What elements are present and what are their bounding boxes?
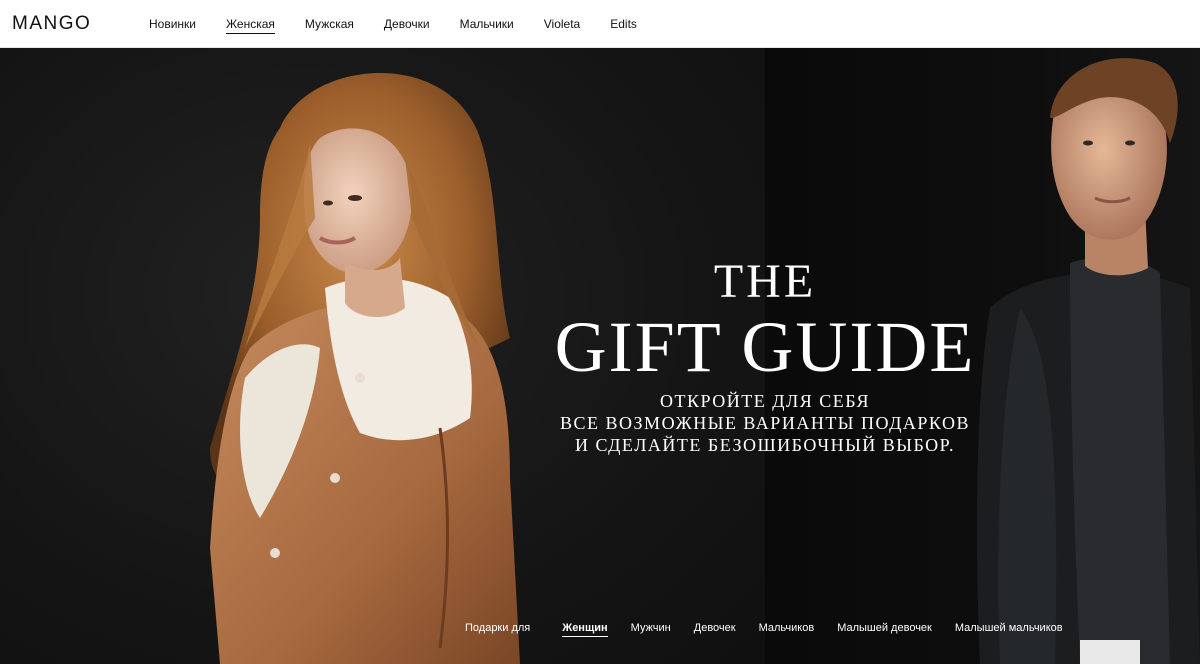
subtitle-line-1: ОТКРОЙТЕ ДЛЯ СЕБЯ (660, 391, 870, 411)
headline-subtitle: ОТКРОЙТЕ ДЛЯ СЕБЯ ВСЕ ВОЗМОЖНЫЕ ВАРИАНТЫ… (520, 390, 1010, 456)
subtitle-line-3: И СДЕЛАЙТЕ БЕЗОШИБОЧНЫЙ ВЫБОР. (575, 435, 955, 455)
nav-item-boys[interactable]: Мальчики (460, 17, 514, 34)
headline-gift-guide: GIFT GUIDE (554, 307, 976, 387)
gift-nav-boys[interactable]: Мальчиков (759, 622, 815, 636)
gift-guide-headline: THE GIFT GUIDE ОТКРОЙТЕ ДЛЯ СЕБЯ ВСЕ ВОЗ… (520, 256, 1010, 456)
gift-nav-men[interactable]: Мужчин (631, 622, 671, 636)
gift-nav-baby-girls[interactable]: Малышей девочек (837, 622, 932, 636)
gift-category-nav: Подарки для Женщин Мужчин Девочек Мальчи… (465, 622, 1086, 637)
nav-item-new[interactable]: Новинки (149, 17, 196, 34)
gift-nav-lead: Подарки для (465, 622, 531, 634)
mango-logo[interactable]: MANGO (12, 13, 91, 35)
subtitle-line-2: ВСЕ ВОЗМОЖНЫЕ ВАРИАНТЫ ПОДАРКОВ (560, 413, 970, 433)
headline-the: THE (713, 255, 817, 308)
nav-item-girls[interactable]: Девочки (384, 17, 430, 34)
nav-item-men[interactable]: Мужская (305, 17, 354, 34)
hero-banner[interactable]: THE GIFT GUIDE ОТКРОЙТЕ ДЛЯ СЕБЯ ВСЕ ВОЗ… (0, 48, 1200, 664)
nav-item-women[interactable]: Женская (226, 17, 275, 34)
gift-nav-baby-boys[interactable]: Малышей мальчиков (955, 622, 1063, 636)
gift-nav-girls[interactable]: Девочек (694, 622, 736, 636)
site-header: MANGO Новинки Женская Мужская Девочки Ма… (0, 0, 1200, 48)
gift-nav-women[interactable]: Женщин (562, 622, 608, 637)
nav-item-edits[interactable]: Edits (610, 17, 637, 34)
main-nav: Новинки Женская Мужская Девочки Мальчики… (149, 17, 667, 34)
nav-item-violeta[interactable]: Violeta (544, 17, 580, 34)
